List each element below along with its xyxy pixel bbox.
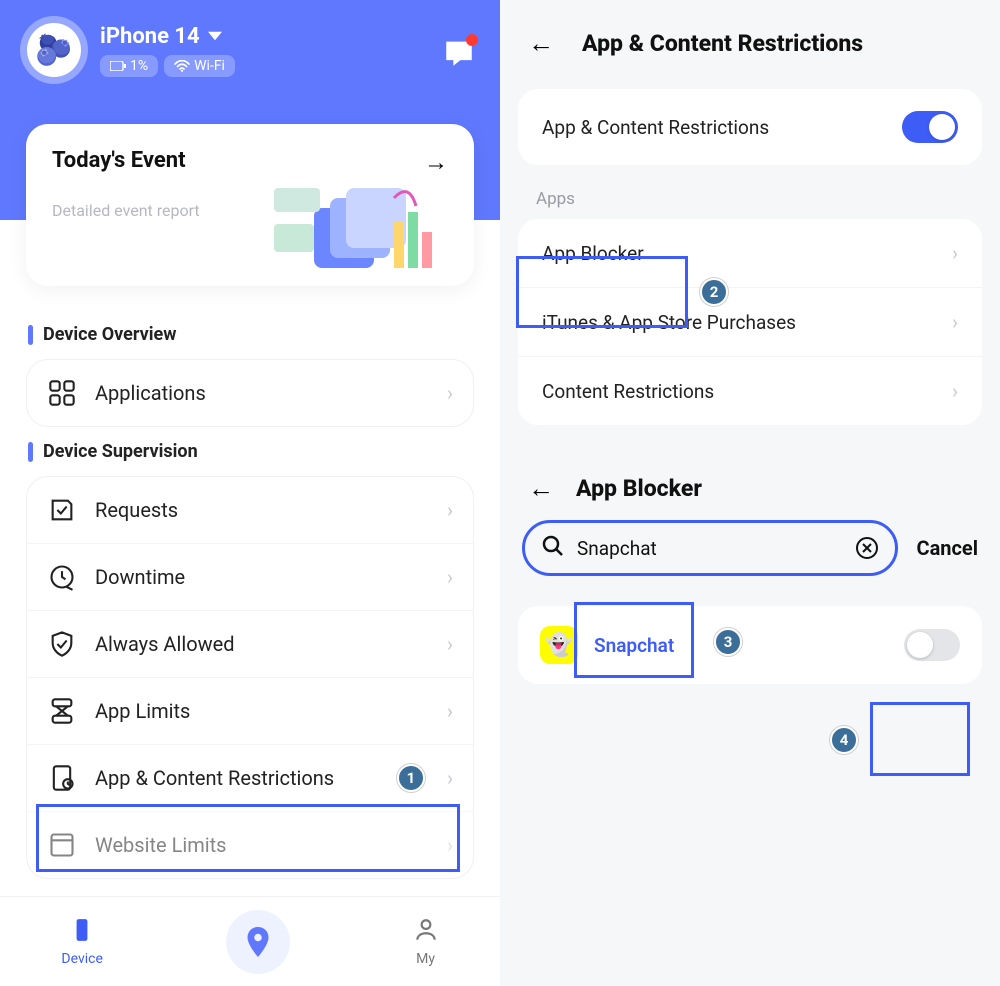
hourglass-icon bbox=[47, 696, 77, 726]
wifi-badge: Wi-Fi bbox=[164, 55, 235, 77]
chevron-right-icon: › bbox=[447, 766, 453, 790]
nav-location[interactable] bbox=[226, 910, 290, 974]
bottom-nav: Device My bbox=[0, 896, 500, 986]
device-name: iPhone 14 bbox=[100, 24, 200, 49]
arrow-right-icon: → bbox=[424, 148, 448, 177]
highlight-step-1 bbox=[36, 804, 460, 872]
chevron-right-icon: › bbox=[447, 381, 453, 405]
chevron-down-icon bbox=[208, 29, 222, 43]
master-toggle[interactable] bbox=[902, 111, 958, 143]
battery-badge: 1% bbox=[100, 55, 158, 77]
avatar[interactable]: 🫐 bbox=[20, 16, 88, 84]
apps-section-label: Apps bbox=[536, 189, 1000, 209]
downtime-icon bbox=[47, 562, 77, 592]
page-title: App & Content Restrictions bbox=[582, 30, 863, 57]
chevron-right-icon: › bbox=[952, 310, 958, 334]
left-panel: 🫐 iPhone 14 1% Wi-Fi bbox=[0, 0, 500, 986]
row-content-restrictions[interactable]: Content Restrictions › bbox=[518, 356, 982, 425]
chevron-right-icon: › bbox=[447, 699, 453, 723]
search-icon bbox=[541, 534, 565, 562]
device-name-row[interactable]: iPhone 14 bbox=[100, 24, 235, 49]
chevron-right-icon: › bbox=[447, 565, 453, 589]
master-toggle-card: App & Content Restrictions bbox=[518, 89, 982, 165]
person-icon bbox=[413, 917, 439, 947]
cancel-button[interactable]: Cancel bbox=[916, 536, 978, 560]
avatar-emoji: 🫐 bbox=[27, 23, 81, 77]
device-icon bbox=[69, 917, 95, 947]
today-subtitle: Detailed event report bbox=[52, 201, 200, 220]
today-event-card[interactable]: Today's Event Detailed event report → bbox=[26, 124, 474, 286]
nav-my[interactable]: My bbox=[413, 917, 439, 967]
device-overview-header: Device Overview bbox=[28, 324, 474, 345]
clear-search-button[interactable] bbox=[855, 536, 879, 560]
restrictions-header: ← App & Content Restrictions bbox=[500, 0, 1000, 79]
sub-title: App Blocker bbox=[576, 475, 702, 502]
chevron-right-icon: › bbox=[447, 632, 453, 656]
master-toggle-row: App & Content Restrictions bbox=[518, 89, 982, 165]
right-panel: ← App & Content Restrictions App & Conte… bbox=[500, 0, 1000, 986]
battery-icon bbox=[110, 61, 126, 71]
step-4-badge: 4 bbox=[830, 726, 858, 754]
apps-icon bbox=[47, 378, 77, 408]
row-label: Applications bbox=[95, 381, 429, 405]
row-app-limits[interactable]: App Limits › bbox=[27, 677, 473, 744]
step-1-badge: 1 bbox=[397, 764, 425, 792]
requests-icon bbox=[47, 495, 77, 525]
step-2-badge: 2 bbox=[700, 278, 728, 306]
back-button[interactable]: ← bbox=[528, 28, 554, 59]
overview-card: Applications › bbox=[26, 359, 474, 427]
profile-text: iPhone 14 1% Wi-Fi bbox=[100, 24, 235, 77]
search-row: Snapchat Cancel bbox=[500, 520, 1000, 576]
snapchat-icon: 👻 bbox=[540, 626, 578, 664]
row-downtime[interactable]: Downtime › bbox=[27, 543, 473, 610]
row-app-content-restrictions[interactable]: App & Content Restrictions 1 › bbox=[27, 744, 473, 811]
profile-block[interactable]: 🫐 iPhone 14 1% Wi-Fi bbox=[20, 16, 480, 84]
shield-check-icon bbox=[47, 629, 77, 659]
wifi-icon bbox=[174, 60, 190, 72]
snapchat-toggle[interactable] bbox=[904, 629, 960, 661]
row-always-allowed[interactable]: Always Allowed › bbox=[27, 610, 473, 677]
back-button[interactable]: ← bbox=[528, 473, 554, 504]
row-requests[interactable]: Requests › bbox=[27, 477, 473, 543]
step-3-badge: 3 bbox=[714, 628, 742, 656]
highlight-step-2 bbox=[516, 256, 688, 328]
highlight-step-3 bbox=[574, 602, 694, 678]
row-applications[interactable]: Applications › bbox=[27, 360, 473, 426]
app-blocker-header: ← App Blocker bbox=[500, 435, 1000, 520]
search-input[interactable]: Snapchat bbox=[522, 520, 898, 576]
messages-button[interactable] bbox=[442, 36, 476, 70]
scroll-area[interactable]: Device Overview Applications › Device Su… bbox=[0, 220, 500, 896]
highlight-step-4 bbox=[870, 702, 970, 776]
chevron-right-icon: › bbox=[447, 498, 453, 522]
chevron-right-icon: › bbox=[952, 241, 958, 265]
device-gear-icon bbox=[47, 763, 77, 793]
device-supervision-header: Device Supervision bbox=[28, 441, 474, 462]
chevron-right-icon: › bbox=[952, 379, 958, 403]
illustration-icon bbox=[274, 188, 454, 278]
search-value: Snapchat bbox=[577, 537, 657, 560]
location-icon bbox=[240, 924, 276, 960]
nav-device[interactable]: Device bbox=[61, 917, 102, 967]
today-title: Today's Event bbox=[52, 148, 200, 173]
